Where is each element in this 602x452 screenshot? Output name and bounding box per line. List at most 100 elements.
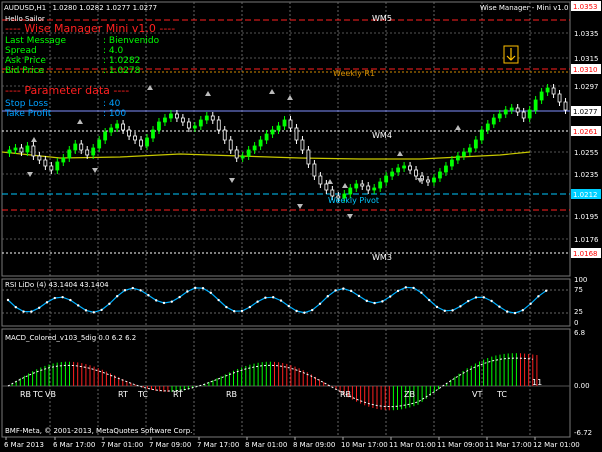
candle-body [306, 149, 311, 165]
wm3-label: WM3 [372, 253, 392, 262]
candle-body [246, 149, 251, 157]
candle-body [198, 119, 203, 127]
candle-body [157, 121, 161, 131]
info-header: ---- Wise Manager Mini v1.0 ---- [5, 22, 175, 35]
rsi-point [396, 289, 400, 293]
rsi-tick: 25 [574, 308, 583, 316]
price-box-label: 1.0261 [573, 128, 598, 136]
rsi-point [357, 294, 361, 298]
candle-body [414, 169, 418, 177]
candle-body [151, 129, 155, 139]
price-box-label: 1.0353 [573, 3, 598, 11]
candle-body [503, 109, 508, 115]
macd-signal-label: VT [472, 390, 482, 399]
ohlc-values: 1.0280 1.0282 1.0277 1.0277 [52, 4, 157, 12]
candle-body [366, 185, 371, 191]
info-label: Last Message [5, 36, 67, 46]
candle-body [127, 129, 131, 137]
candle-body [479, 129, 484, 141]
candle-body [527, 109, 532, 119]
info-label: Bid Price [5, 66, 45, 76]
time-axis: 6 Mar 2013 6 Mar 17:00 7 Mar 01:00 7 Mar 09… [4, 437, 580, 449]
macd-signal-label: TC [137, 390, 148, 399]
rsi-point [490, 299, 493, 303]
rsi-point [256, 300, 259, 303]
macd-signal-label: TC [32, 390, 43, 399]
rsi-point [225, 305, 228, 309]
rsi-point [287, 304, 290, 308]
candle-body [61, 157, 66, 163]
time-tick: 11 Mar 01:00 [389, 441, 436, 449]
rsi-point [513, 311, 517, 315]
macd-signal-label: RT [118, 390, 128, 399]
time-tick: 11 Mar 17:00 [485, 441, 532, 449]
rsi-point [404, 286, 407, 289]
candle-body [348, 187, 353, 195]
rsi-point [381, 300, 384, 303]
rsi-point [295, 309, 298, 313]
candle-body [557, 93, 562, 103]
info-value: : Bienvenido [103, 36, 160, 46]
candle-body [318, 175, 323, 185]
price-panel[interactable] [1, 1, 571, 277]
rsi-tick: 0 [574, 319, 578, 327]
candle-body [97, 139, 102, 149]
rsi-tick: 100 [574, 276, 587, 284]
candle-body [408, 165, 412, 171]
rsi-point [147, 294, 150, 297]
time-tick: 7 Mar 01:00 [101, 441, 143, 449]
rsi-point [30, 310, 33, 313]
weekly-pivot-label: Weekly Pivot [328, 196, 379, 205]
candle-body [228, 139, 233, 151]
rsi-point [365, 299, 368, 303]
rsi-point [318, 302, 322, 305]
candle-body [539, 91, 544, 101]
candle-body [67, 149, 72, 159]
candle-body [192, 125, 197, 129]
price-box-label: 1.0168 [573, 250, 598, 258]
candle-body [402, 165, 406, 169]
macd-tick: 6.8 [574, 329, 585, 337]
rsi-point [498, 305, 501, 308]
rsi-point [84, 309, 88, 312]
candle-body [282, 119, 287, 127]
candle-body [163, 117, 167, 123]
candle-body [180, 117, 185, 123]
rsi-point [123, 289, 127, 292]
rsi-point [350, 289, 353, 293]
rsi-point [264, 296, 267, 299]
rsi-tick: 75 [574, 286, 583, 294]
candle-body [509, 107, 514, 111]
rsi-point [100, 308, 103, 312]
rsi-title: RSI LiDo (4) 43.1404 43.1404 [5, 281, 109, 289]
macd-panel[interactable] [1, 328, 571, 438]
time-tick: 6 Mar 2013 [4, 441, 44, 449]
rsi-point [459, 305, 462, 308]
chart-symbol: AUDUSD,H1 1.0280 1.0282 1.0277 1.0277 [4, 4, 157, 12]
wm5-label: WM5 [372, 14, 392, 23]
rsi-point [186, 290, 189, 293]
candle-body [438, 171, 442, 179]
weekly-r1-label: Weekly R1 [333, 69, 375, 78]
indicator-tag: Wise Manager - Mini v1.0 [480, 4, 568, 12]
candle-body [25, 145, 30, 153]
rsi-point [45, 301, 49, 304]
candle-body [288, 119, 293, 129]
candle-body [19, 147, 24, 153]
rsi-point [194, 286, 197, 290]
rsi-point [22, 310, 25, 313]
candle-body [145, 137, 149, 147]
candle-body [115, 123, 120, 129]
candle-body [55, 161, 60, 171]
rsi-point [474, 296, 478, 299]
rsi-point [217, 298, 220, 302]
rsi-point [389, 295, 392, 298]
rsi-point [311, 308, 314, 312]
rsi-point [108, 302, 111, 305]
chart-canvas[interactable]: WM5 Weekly R1 WM4 Weekly Pivot WM3 AUDUS… [0, 0, 602, 452]
rsi-point [334, 289, 337, 292]
time-tick: 11 Mar 09:00 [437, 441, 484, 449]
price-tick: 1.0255 [574, 149, 599, 157]
candle-body [276, 125, 281, 131]
candle-body [533, 99, 538, 111]
